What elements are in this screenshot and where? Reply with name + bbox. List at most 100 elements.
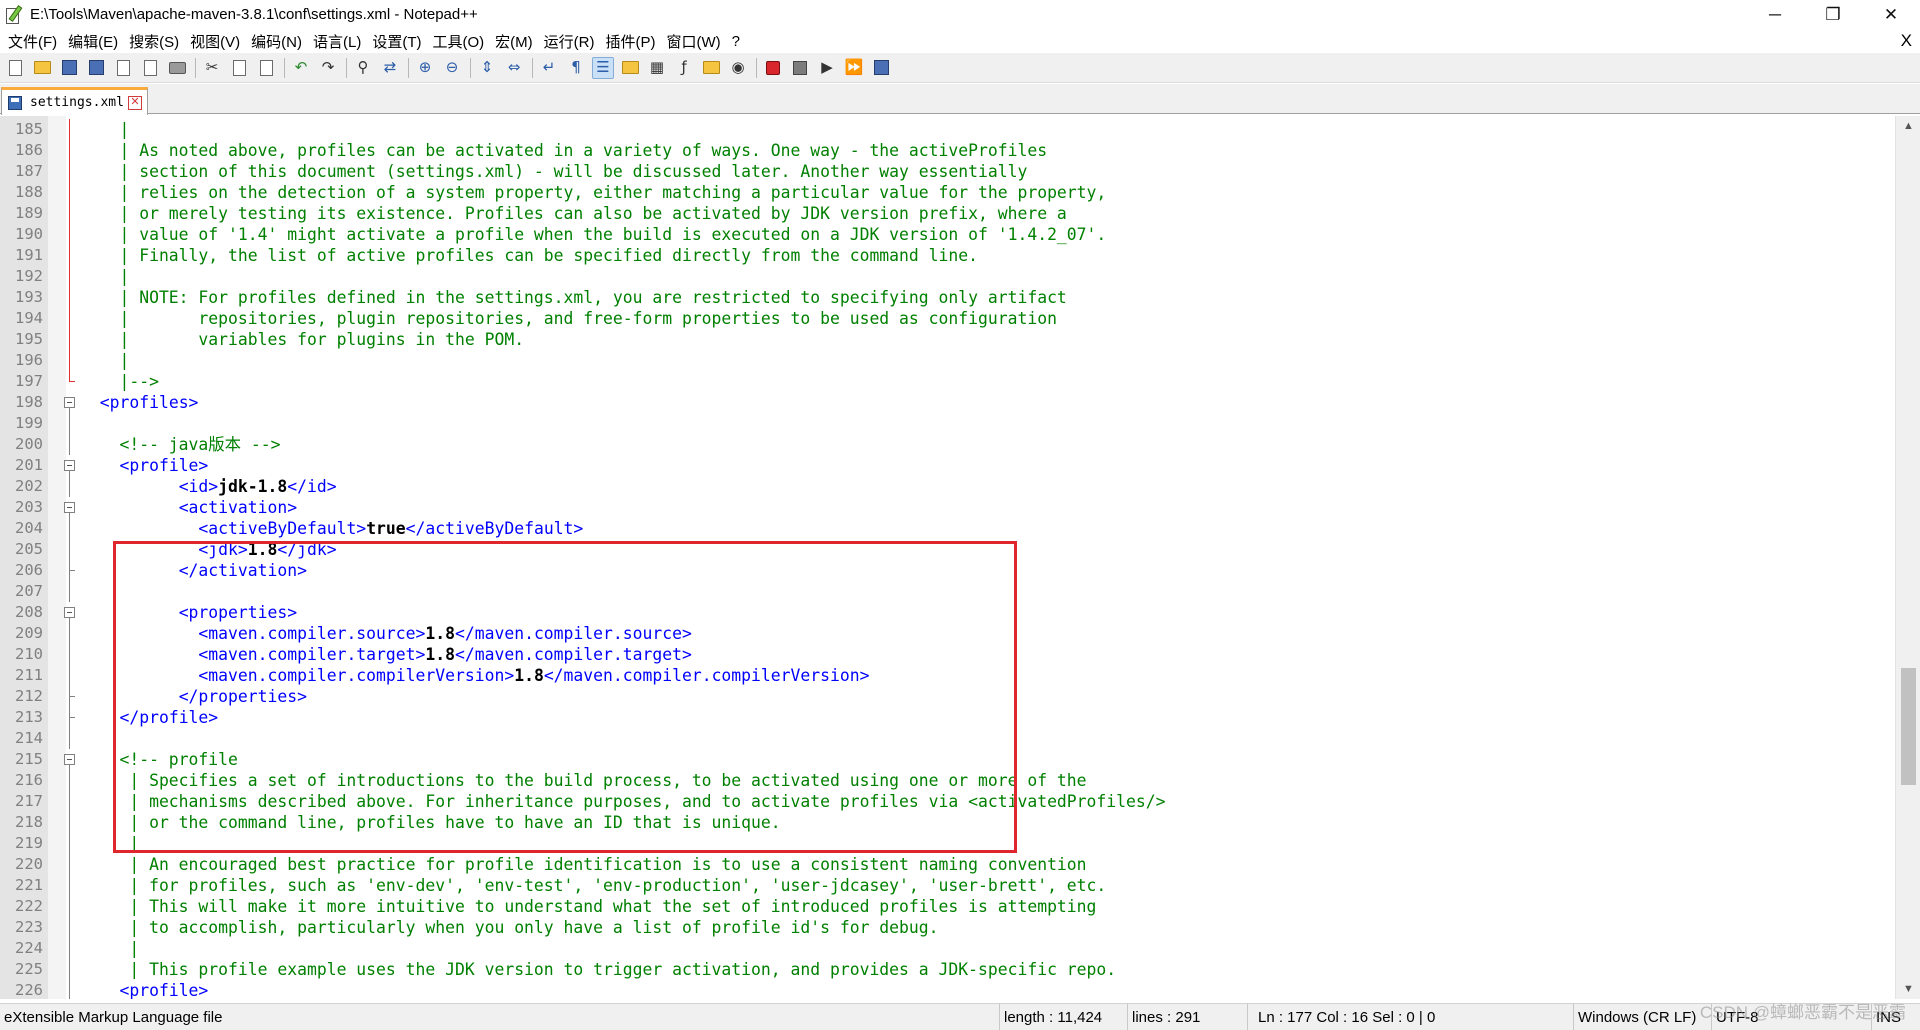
status-encoding[interactable]: UTF-8: [1712, 1003, 1872, 1030]
copy-icon[interactable]: [228, 57, 250, 79]
redo-icon[interactable]: ↷: [317, 57, 339, 79]
zoom-out-icon[interactable]: ⊖: [441, 57, 463, 79]
indent-guide-icon[interactable]: ☰: [592, 56, 614, 79]
menu-item[interactable]: 编辑(E): [64, 31, 125, 52]
code-line[interactable]: 212 </properties>: [0, 686, 1895, 707]
editor[interactable]: 185 | 186 | As noted above, profiles can …: [0, 116, 1920, 999]
fold-marker[interactable]: [61, 455, 79, 476]
code-line[interactable]: 221 | for profiles, such as 'env-dev', '…: [0, 875, 1895, 896]
menu-item[interactable]: 设置(T): [368, 31, 428, 52]
code-area[interactable]: 185 | 186 | As noted above, profiles can …: [0, 119, 1895, 999]
tab-settings-xml[interactable]: settings.xml ✕: [1, 87, 148, 115]
code-line[interactable]: 207: [0, 581, 1895, 602]
folder-workspace-icon[interactable]: [700, 57, 722, 79]
scroll-down-icon[interactable]: ▼: [1896, 979, 1920, 999]
menu-item[interactable]: ?: [728, 33, 747, 50]
code-line[interactable]: 198 <profiles>: [0, 392, 1895, 413]
document-map-icon[interactable]: ▦: [646, 57, 668, 79]
undo-icon[interactable]: ↶: [290, 57, 312, 79]
code-line[interactable]: 188 | relies on the detection of a syste…: [0, 182, 1895, 203]
menu-item[interactable]: 宏(M): [491, 31, 540, 52]
fold-marker[interactable]: [61, 749, 79, 770]
close-file-icon[interactable]: [112, 57, 134, 79]
code-line[interactable]: 192 |: [0, 266, 1895, 287]
code-line[interactable]: 226 <profile>: [0, 980, 1895, 999]
code-line[interactable]: 218 | or the command line, profiles have…: [0, 812, 1895, 833]
code-line[interactable]: 187 | section of this document (settings…: [0, 161, 1895, 182]
code-line[interactable]: 224 |: [0, 938, 1895, 959]
fold-marker[interactable]: [61, 602, 79, 623]
code-line[interactable]: 217 | mechanisms described above. For in…: [0, 791, 1895, 812]
zoom-in-icon[interactable]: ⊕: [414, 57, 436, 79]
code-line[interactable]: 222 | This will make it more intuitive t…: [0, 896, 1895, 917]
code-line[interactable]: 195 | variables for plugins in the POM.: [0, 329, 1895, 350]
menu-item[interactable]: 插件(P): [601, 31, 662, 52]
code-line[interactable]: 200 <!-- java版本 -->: [0, 434, 1895, 455]
code-line[interactable]: 223 | to accomplish, particularly when y…: [0, 917, 1895, 938]
code-line[interactable]: 225 | This profile example uses the JDK …: [0, 959, 1895, 980]
code-line[interactable]: 197 |-->: [0, 371, 1895, 392]
monitoring-icon[interactable]: ◉: [727, 57, 749, 79]
record-macro-icon[interactable]: [762, 57, 784, 79]
code-line[interactable]: 215 <!-- profile: [0, 749, 1895, 770]
replace-icon[interactable]: ⇄: [379, 57, 401, 79]
code-line[interactable]: 193 | NOTE: For profiles defined in the …: [0, 287, 1895, 308]
cut-icon[interactable]: ✂: [201, 57, 223, 79]
code-line[interactable]: 209 <maven.compiler.source>1.8</maven.co…: [0, 623, 1895, 644]
menu-item[interactable]: 语言(L): [309, 31, 368, 52]
code-line[interactable]: 210 <maven.compiler.target>1.8</maven.co…: [0, 644, 1895, 665]
menu-item[interactable]: 工具(O): [428, 31, 491, 52]
vertical-scrollbar[interactable]: ▲ ▼: [1895, 116, 1920, 999]
code-line[interactable]: 214: [0, 728, 1895, 749]
playback-macro-icon[interactable]: ▶: [816, 57, 838, 79]
word-wrap-icon[interactable]: ↵: [538, 57, 560, 79]
notepadpp-app-icon[interactable]: [4, 4, 24, 25]
code-line[interactable]: 219 |: [0, 833, 1895, 854]
menu-item[interactable]: 文件(F): [4, 31, 64, 52]
fold-marker[interactable]: [61, 392, 79, 413]
code-line[interactable]: 205 <jdk>1.8</jdk>: [0, 539, 1895, 560]
save-icon[interactable]: [58, 57, 80, 79]
code-line[interactable]: 201 <profile>: [0, 455, 1895, 476]
scrollbar-thumb[interactable]: [1901, 668, 1916, 785]
scroll-up-icon[interactable]: ▲: [1896, 116, 1920, 136]
restore-button[interactable]: ❐: [1804, 0, 1862, 29]
code-line[interactable]: 203 <activation>: [0, 497, 1895, 518]
close-all-icon[interactable]: [139, 57, 161, 79]
menu-item[interactable]: 窗口(W): [662, 31, 727, 52]
new-file-icon[interactable]: [4, 57, 26, 79]
stop-recording-icon[interactable]: [789, 57, 811, 79]
close-window-button[interactable]: ✕: [1862, 0, 1920, 29]
code-line[interactable]: 189 | or merely testing its existence. P…: [0, 203, 1895, 224]
code-line[interactable]: 208 <properties>: [0, 602, 1895, 623]
menu-item[interactable]: 搜索(S): [125, 31, 186, 52]
code-line[interactable]: 194 | repositories, plugin repositories,…: [0, 308, 1895, 329]
sync-horizontal-icon[interactable]: ⇔: [503, 57, 525, 79]
tab-close-icon[interactable]: ✕: [127, 95, 142, 110]
code-line[interactable]: 211 <maven.compiler.compilerVersion>1.8<…: [0, 665, 1895, 686]
status-insert-mode[interactable]: INS: [1872, 1004, 1920, 1030]
code-line[interactable]: 186 | As noted above, profiles can be ac…: [0, 140, 1895, 161]
code-line[interactable]: 213 </profile>: [0, 707, 1895, 728]
close-document-button[interactable]: X: [1901, 31, 1912, 51]
show-all-chars-icon[interactable]: ¶: [565, 57, 587, 79]
code-line[interactable]: 220 | An encouraged best practice for pr…: [0, 854, 1895, 875]
code-line[interactable]: 206 </activation>: [0, 560, 1895, 581]
open-file-icon[interactable]: [31, 57, 53, 79]
run-macro-multiple-icon[interactable]: ⏩: [843, 57, 865, 79]
save-all-icon[interactable]: [85, 57, 107, 79]
code-line[interactable]: 196 |: [0, 350, 1895, 371]
minimize-button[interactable]: ─: [1746, 0, 1804, 29]
code-line[interactable]: 216 | Specifies a set of introductions t…: [0, 770, 1895, 791]
find-icon[interactable]: ⚲: [352, 57, 374, 79]
code-line[interactable]: 202 <id>jdk-1.8</id>: [0, 476, 1895, 497]
status-eol[interactable]: Windows (CR LF): [1574, 1003, 1712, 1030]
user-language-icon[interactable]: [619, 57, 641, 79]
sync-vertical-icon[interactable]: ⇕: [476, 57, 498, 79]
code-line[interactable]: 185 |: [0, 119, 1895, 140]
menu-item[interactable]: 视图(V): [186, 31, 247, 52]
print-icon[interactable]: [166, 57, 188, 79]
code-line[interactable]: 191 | Finally, the list of active profil…: [0, 245, 1895, 266]
menu-item[interactable]: 运行(R): [540, 31, 602, 52]
paste-icon[interactable]: [255, 57, 277, 79]
